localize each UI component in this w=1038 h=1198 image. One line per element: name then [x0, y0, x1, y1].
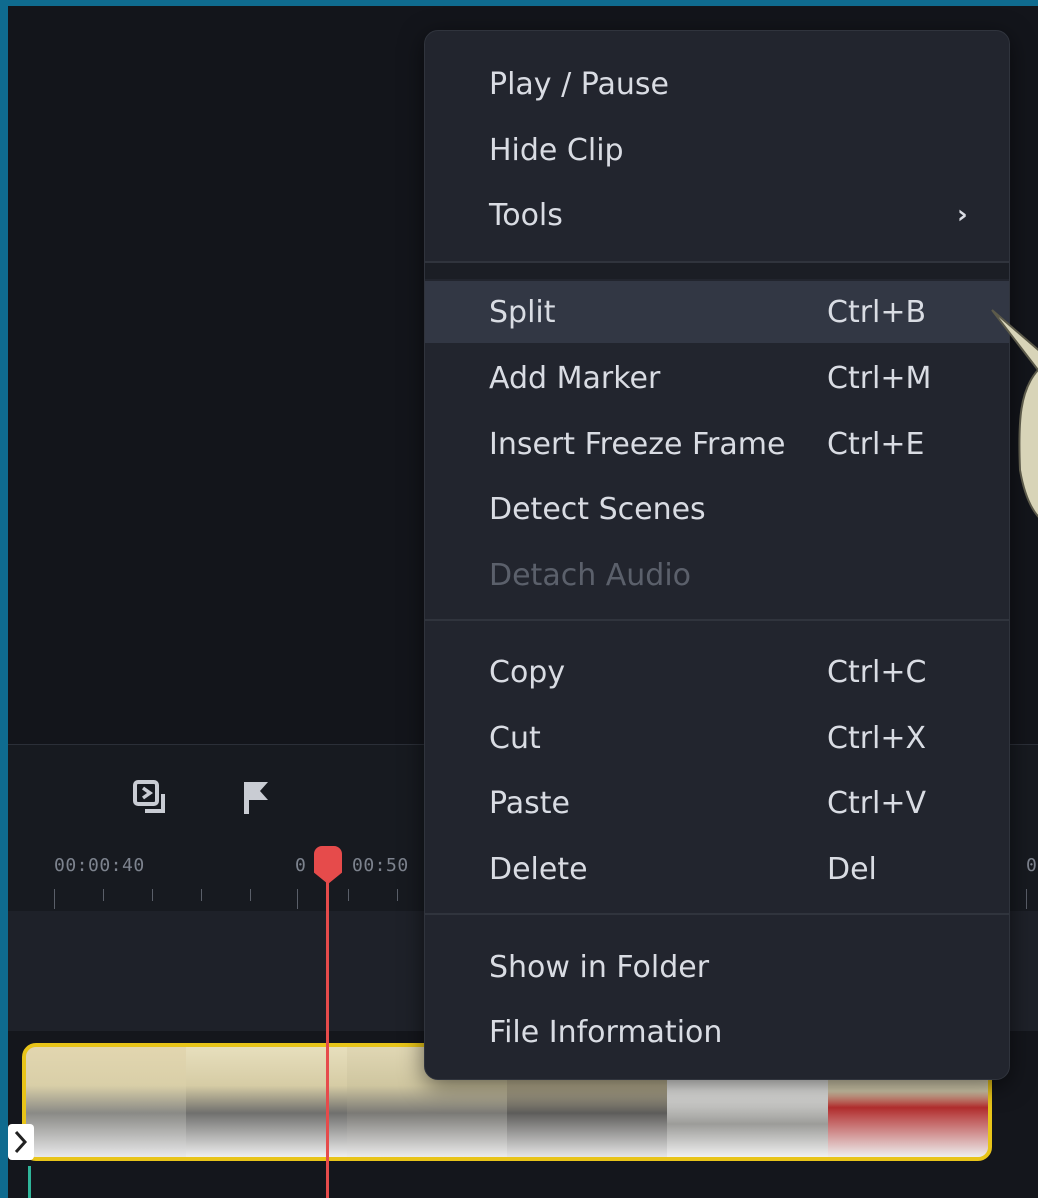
clip-thumbnail	[26, 1047, 187, 1157]
menu-item-show-in-folder[interactable]: Show in Folder	[425, 936, 1009, 998]
context-menu: Play / Pause Hide Clip Tools › Split Ctr…	[424, 30, 1010, 1080]
tick-label: 0	[1026, 855, 1038, 876]
tick	[201, 889, 202, 901]
menu-item-insert-freeze-frame[interactable]: Insert Freeze Frame Ctrl+E	[425, 413, 1009, 475]
tick-label: 00:50	[352, 855, 409, 876]
menu-item-play-pause[interactable]: Play / Pause	[425, 53, 1009, 115]
menu-item-detect-scenes[interactable]: Detect Scenes	[425, 478, 1009, 540]
menu-item-label: File Information	[489, 1014, 723, 1050]
menu-item-add-marker[interactable]: Add Marker Ctrl+M	[425, 347, 1009, 409]
menu-separator	[425, 619, 1009, 621]
menu-item-shortcut: Ctrl+M	[827, 360, 932, 396]
callout-bubble	[991, 309, 1038, 518]
menu-item-label: Play / Pause	[489, 66, 669, 102]
menu-item-cut[interactable]: Cut Ctrl+X	[425, 707, 1009, 769]
menu-item-label: Insert Freeze Frame	[489, 426, 786, 462]
clip-trim-handle[interactable]	[8, 1124, 34, 1160]
menu-item-split[interactable]: Split Ctrl+B	[425, 281, 1009, 343]
tick-label: 0	[295, 855, 307, 876]
menu-item-label: Show in Folder	[489, 949, 710, 985]
menu-item-label: Copy	[489, 654, 566, 690]
menu-item-label: Hide Clip	[489, 132, 624, 168]
tick	[103, 889, 104, 901]
tick	[54, 889, 55, 909]
menu-item-label: Delete	[489, 851, 588, 887]
tick	[348, 889, 349, 901]
menu-item-paste[interactable]: Paste Ctrl+V	[425, 772, 1009, 834]
menu-item-shortcut: Ctrl+E	[827, 426, 925, 462]
tick-label: 00:00:40	[54, 855, 145, 876]
chevron-right-icon: ›	[957, 200, 968, 230]
menu-item-label: Detach Audio	[489, 557, 692, 593]
insert-clip-icon[interactable]	[126, 773, 176, 823]
track-indicator	[28, 1166, 31, 1198]
menu-item-label: Tools	[489, 197, 563, 233]
menu-item-label: Split	[489, 294, 556, 330]
menu-item-shortcut: Ctrl+C	[827, 654, 927, 690]
menu-item-shortcut: Del	[827, 851, 877, 887]
flag-marker-icon[interactable]	[230, 773, 280, 823]
menu-item-label: Detect Scenes	[489, 491, 706, 527]
menu-item-shortcut: Ctrl+V	[827, 785, 927, 821]
playhead-line	[326, 851, 329, 1198]
menu-separator-band	[425, 263, 1009, 279]
menu-item-detach-audio: Detach Audio	[425, 544, 1009, 606]
menu-item-copy[interactable]: Copy Ctrl+C	[425, 641, 1009, 703]
tick	[1026, 889, 1027, 909]
menu-item-label: Cut	[489, 720, 541, 756]
menu-item-file-information[interactable]: File Information	[425, 1001, 1009, 1063]
menu-item-hide-clip[interactable]: Hide Clip	[425, 119, 1009, 181]
menu-item-shortcut: Ctrl+B	[827, 294, 927, 330]
tick	[397, 889, 398, 901]
tick	[152, 889, 153, 901]
menu-item-label: Add Marker	[489, 360, 661, 396]
menu-separator	[425, 913, 1009, 915]
tick	[250, 889, 251, 901]
menu-item-delete[interactable]: Delete Del	[425, 838, 1009, 900]
clip-thumbnail	[186, 1047, 347, 1157]
tick	[297, 889, 298, 909]
menu-item-label: Paste	[489, 785, 570, 821]
menu-item-shortcut: Ctrl+X	[827, 720, 927, 756]
menu-item-tools[interactable]: Tools ›	[425, 184, 1009, 246]
